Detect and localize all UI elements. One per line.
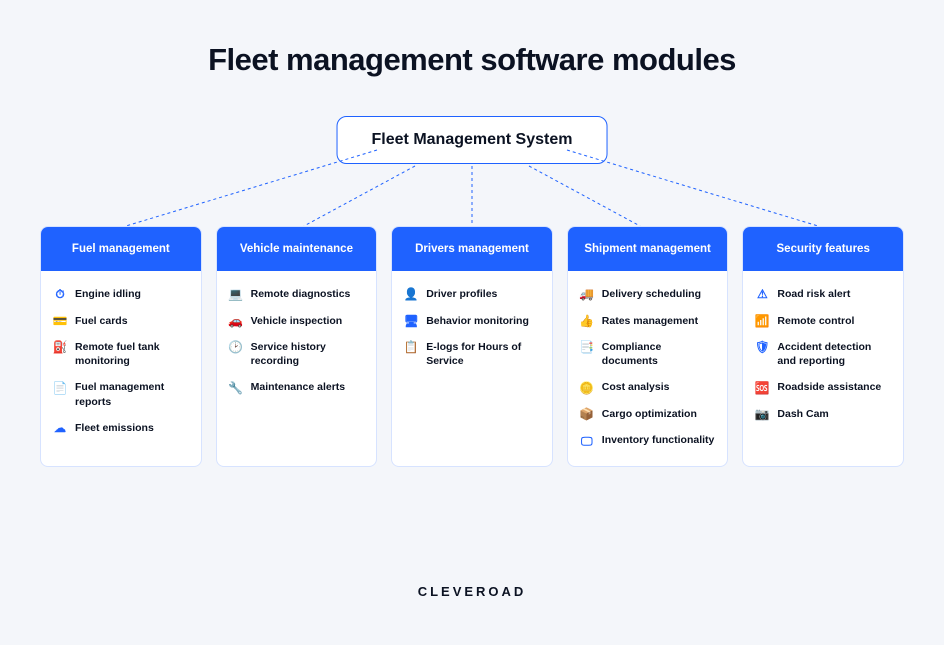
feature-label: Remote fuel tank monitoring	[75, 340, 189, 368]
feature-item: ⛽ Remote fuel tank monitoring	[53, 340, 189, 368]
alert-icon: ⚠	[755, 288, 769, 302]
feature-label: Maintenance alerts	[251, 380, 346, 394]
monitor-icon: 🖥	[404, 314, 418, 328]
feature-item: 👍 Rates management	[580, 314, 716, 329]
feature-item: 📦 Cargo optimization	[580, 407, 716, 422]
module-header: Shipment management	[568, 227, 728, 271]
module-card: Drivers management 👤 Driver profiles 🖥 Behav…	[391, 226, 553, 467]
feature-item: 📶 Remote control	[755, 314, 891, 329]
profile-icon: 👤	[404, 288, 418, 302]
report-icon: 📄	[53, 381, 67, 395]
feature-item: 👤 Driver profiles	[404, 287, 540, 302]
feature-label: Cost analysis	[602, 380, 670, 394]
feature-label: Fuel management reports	[75, 380, 189, 408]
feature-item: 🛡 Accident detection and reporting	[755, 340, 891, 368]
pump-icon: ⛽	[53, 341, 67, 355]
log-icon: 📋	[404, 341, 418, 355]
wrench-icon: 🔧	[229, 381, 243, 395]
feature-label: Fleet emissions	[75, 421, 154, 435]
feature-label: Fuel cards	[75, 314, 128, 328]
feature-item: 📋 E-logs for Hours of Service	[404, 340, 540, 368]
truck-icon: 🚚	[580, 288, 594, 302]
brand-footer: CLEVEROAD	[0, 584, 944, 599]
feature-label: Cargo optimization	[602, 407, 697, 421]
module-header: Fuel management	[41, 227, 201, 271]
cloud-icon: ☁	[53, 421, 67, 435]
thumb-icon: 👍	[580, 314, 594, 328]
feature-item: 🔧 Maintenance alerts	[229, 380, 365, 395]
gauge-icon: ⏱	[53, 288, 67, 302]
feature-label: Behavior monitoring	[426, 314, 529, 328]
feature-label: Compliance documents	[602, 340, 716, 368]
feature-label: Roadside assistance	[777, 380, 881, 394]
module-card: Vehicle maintenance 💻 Remote diagnostics 🚗 V…	[216, 226, 378, 467]
module-body: 👤 Driver profiles 🖥 Behavior monitoring 📋 E-l…	[392, 271, 552, 386]
modules-row: Fuel management ⏱ Engine idling 💳 Fuel cards…	[0, 226, 944, 467]
camera-icon: 📷	[755, 407, 769, 421]
feature-label: Service history recording	[251, 340, 365, 368]
module-card: Security features ⚠ Road risk alert 📶 Remote…	[742, 226, 904, 467]
feature-item: 🚚 Delivery scheduling	[580, 287, 716, 302]
box-icon: 📦	[580, 407, 594, 421]
feature-item: 💻 Remote diagnostics	[229, 287, 365, 302]
feature-label: Driver profiles	[426, 287, 497, 301]
feature-label: Inventory functionality	[602, 433, 715, 447]
feature-item: ⏱ Engine idling	[53, 287, 189, 302]
feature-label: Dash Cam	[777, 407, 828, 421]
feature-item: 💳 Fuel cards	[53, 314, 189, 329]
feature-label: Delivery scheduling	[602, 287, 701, 301]
card-icon: 💳	[53, 314, 67, 328]
feature-item: 📄 Fuel management reports	[53, 380, 189, 408]
feature-label: Engine idling	[75, 287, 141, 301]
feature-label: Remote diagnostics	[251, 287, 351, 301]
feature-item: 🖵 Inventory functionality	[580, 433, 716, 448]
module-body: 💻 Remote diagnostics 🚗 Vehicle inspection 🕑 S…	[217, 271, 377, 413]
remote-icon: 📶	[755, 314, 769, 328]
feature-item: 🖥 Behavior monitoring	[404, 314, 540, 329]
module-header: Vehicle maintenance	[217, 227, 377, 271]
feature-label: Accident detection and reporting	[777, 340, 891, 368]
feature-label: Road risk alert	[777, 287, 850, 301]
laptop-icon: 💻	[229, 288, 243, 302]
car-icon: 🚗	[229, 314, 243, 328]
screen-icon: 🖵	[580, 434, 594, 448]
root-node: Fleet Management System	[337, 116, 608, 164]
feature-item: 🆘 Roadside assistance	[755, 380, 891, 395]
feature-label: Remote control	[777, 314, 854, 328]
coin-icon: 🪙	[580, 381, 594, 395]
assist-icon: 🆘	[755, 381, 769, 395]
feature-label: Vehicle inspection	[251, 314, 343, 328]
module-body: 🚚 Delivery scheduling 👍 Rates management 📑 Co…	[568, 271, 728, 466]
module-header: Drivers management	[392, 227, 552, 271]
module-card: Fuel management ⏱ Engine idling 💳 Fuel cards…	[40, 226, 202, 467]
feature-item: 📑 Compliance documents	[580, 340, 716, 368]
page-title: Fleet management software modules	[0, 0, 944, 78]
shield-icon: 🛡	[755, 341, 769, 355]
feature-item: 🪙 Cost analysis	[580, 380, 716, 395]
module-header: Security features	[743, 227, 903, 271]
feature-item: 📷 Dash Cam	[755, 407, 891, 422]
feature-label: Rates management	[602, 314, 698, 328]
module-card: Shipment management 🚚 Delivery scheduling 👍…	[567, 226, 729, 467]
module-body: ⏱ Engine idling 💳 Fuel cards ⛽ Remote fuel ta…	[41, 271, 201, 453]
feature-item: ☁ Fleet emissions	[53, 421, 189, 436]
feature-item: 🕑 Service history recording	[229, 340, 365, 368]
feature-label: E-logs for Hours of Service	[426, 340, 540, 368]
history-icon: 🕑	[229, 341, 243, 355]
module-body: ⚠ Road risk alert 📶 Remote control 🛡 Accident…	[743, 271, 903, 439]
doc-icon: 📑	[580, 341, 594, 355]
feature-item: 🚗 Vehicle inspection	[229, 314, 365, 329]
feature-item: ⚠ Road risk alert	[755, 287, 891, 302]
